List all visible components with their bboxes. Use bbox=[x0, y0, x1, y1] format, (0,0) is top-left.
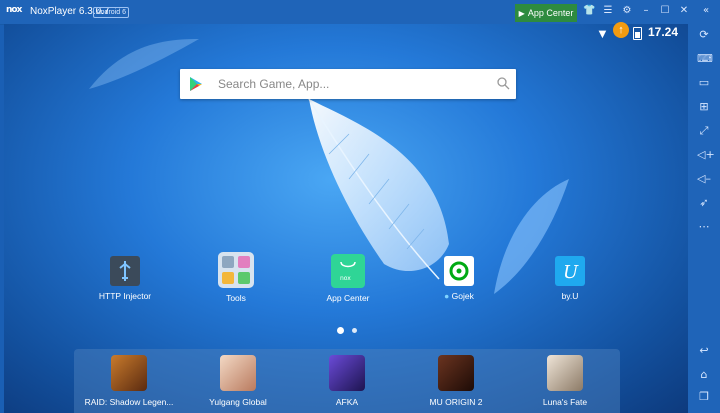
http-injector-icon bbox=[110, 256, 140, 286]
dock-label: Luna's Fate bbox=[542, 397, 588, 407]
dock-app-afka[interactable]: AFKA bbox=[297, 355, 397, 407]
battery-icon bbox=[633, 27, 642, 40]
rotate-icon[interactable]: ⟳ bbox=[697, 28, 711, 42]
play-icon: ▶ bbox=[518, 9, 525, 18]
more-icon[interactable]: ⋯ bbox=[697, 220, 711, 234]
google-play-icon bbox=[190, 77, 202, 91]
settings-icon[interactable]: ⚙ bbox=[621, 5, 633, 17]
app-label: App Center bbox=[326, 293, 370, 303]
maximize-icon[interactable]: ☐ bbox=[659, 5, 671, 17]
home-icon[interactable]: ⌂ bbox=[697, 368, 711, 382]
afka-icon bbox=[329, 355, 365, 391]
menu-icon[interactable]: ☰ bbox=[602, 5, 614, 17]
nox-player-window: nox NoxPlayer 6.3.0.7 Android 6 ▶ App Cen… bbox=[0, 0, 720, 413]
volume-up-icon[interactable]: ◁+ bbox=[697, 148, 715, 162]
title-bar: nox NoxPlayer 6.3.0.7 Android 6 ▶ App Cen… bbox=[0, 0, 720, 25]
shirt-icon[interactable]: 👕 bbox=[583, 5, 595, 17]
update-available-icon[interactable]: ↑ bbox=[613, 22, 629, 38]
dock-app-yulgang[interactable]: Yulgang Global bbox=[188, 355, 288, 407]
dock-label: RAID: Shadow Legen... bbox=[84, 397, 174, 407]
app-http-injector[interactable]: HTTP Injector bbox=[85, 256, 165, 301]
back-icon[interactable]: ↩ bbox=[697, 344, 711, 358]
app-center-button[interactable]: ▶ App Center bbox=[515, 4, 577, 22]
app-label: ● Gojek bbox=[444, 291, 474, 301]
gojek-label: Gojek bbox=[451, 291, 474, 301]
yulgang-global-icon bbox=[220, 355, 256, 391]
close-icon[interactable]: ✕ bbox=[678, 5, 690, 17]
page-indicator[interactable] bbox=[352, 328, 357, 333]
app-app-center[interactable]: nox App Center bbox=[308, 254, 388, 303]
folder-tools[interactable]: Tools bbox=[196, 252, 276, 303]
right-toolbar: ⟳ ⌨ ▭ ⊞ ⤢ ◁+ ◁– ➶ ⋯ ↩ ⌂ ❐ bbox=[688, 24, 720, 413]
dock-label: Yulgang Global bbox=[209, 397, 267, 407]
search-placeholder[interactable]: Search Game, App... bbox=[218, 77, 329, 91]
android-version-badge: Android 6 bbox=[93, 7, 129, 18]
app-label: by.U bbox=[561, 291, 579, 301]
search-icon[interactable] bbox=[496, 76, 510, 90]
byu-icon: U bbox=[555, 256, 585, 286]
wifi-icon: ▼ bbox=[596, 26, 609, 41]
svg-text:U: U bbox=[563, 262, 579, 283]
dock-app-raid[interactable]: RAID: Shadow Legen... bbox=[79, 355, 179, 407]
minimize-icon[interactable]: – bbox=[640, 5, 652, 17]
fullscreen-icon[interactable]: ⤢ bbox=[697, 124, 711, 138]
app-center-icon: nox bbox=[331, 254, 365, 288]
lunas-fate-icon bbox=[547, 355, 583, 391]
search-bar[interactable]: Search Game, App... bbox=[180, 69, 516, 99]
dock-label: MU ORIGIN 2 bbox=[429, 397, 483, 407]
nox-logo: nox bbox=[6, 5, 22, 15]
app-byu[interactable]: U by.U bbox=[530, 256, 610, 301]
dock-app-lunas-fate[interactable]: Luna's Fate bbox=[515, 355, 615, 407]
android-screen[interactable]: Search Game, App... HTTP Injector Tools … bbox=[4, 24, 688, 413]
tools-folder-icon bbox=[218, 252, 254, 288]
add-apk-icon[interactable]: ⊞ bbox=[697, 100, 711, 114]
app-label: HTTP Injector bbox=[98, 291, 152, 301]
game-dock: RAID: Shadow Legen... Yulgang Global AFK… bbox=[74, 349, 620, 413]
folder-label: Tools bbox=[226, 293, 246, 303]
volume-down-icon[interactable]: ◁– bbox=[697, 172, 711, 186]
dock-app-mu-origin[interactable]: MU ORIGIN 2 bbox=[406, 355, 506, 407]
svg-text:nox: nox bbox=[340, 275, 351, 282]
page-indicator-active[interactable] bbox=[337, 327, 344, 334]
keyboard-icon[interactable]: ⌨ bbox=[697, 52, 713, 66]
dock-label: AFKA bbox=[335, 397, 359, 407]
app-gojek[interactable]: ● Gojek bbox=[419, 256, 499, 301]
gojek-icon bbox=[444, 256, 474, 286]
app-center-label: App Center bbox=[527, 8, 574, 18]
mu-origin-2-icon bbox=[438, 355, 474, 391]
screen-icon[interactable]: ▭ bbox=[697, 76, 711, 90]
recent-apps-icon[interactable]: ❐ bbox=[697, 390, 711, 404]
rocket-icon[interactable]: ➶ bbox=[697, 196, 711, 210]
collapse-sidebar-icon[interactable]: « bbox=[700, 5, 712, 17]
status-clock: 17.24 bbox=[648, 25, 679, 39]
raid-shadow-legends-icon bbox=[111, 355, 147, 391]
